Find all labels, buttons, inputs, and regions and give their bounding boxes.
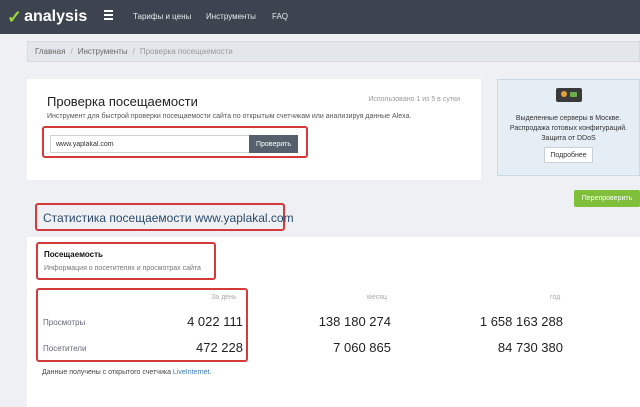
column-header-month: месяц — [367, 294, 388, 301]
checker-card: Проверка посещаемости Использовано 1 из … — [27, 79, 481, 180]
liveinternet-link[interactable]: LiveInternet — [173, 369, 210, 376]
breadcrumb-separator: / — [70, 47, 73, 56]
note-text: Данные получены с открытого счетчика — [42, 369, 171, 376]
ad-text: Выделенные серверы в Москве. Распродажа … — [509, 115, 628, 142]
page-title: Проверка посещаемости — [47, 94, 198, 109]
domain-input[interactable] — [50, 135, 250, 153]
visitors-month-value: 7 060 865 — [333, 340, 391, 355]
row-label-visitors: Посетители — [43, 344, 87, 353]
nav-tariffs[interactable]: Тарифы и цены — [133, 12, 191, 21]
column-header-day: За день — [211, 294, 237, 301]
check-icon: ✓ — [7, 7, 23, 27]
nav-faq[interactable]: FAQ — [272, 12, 288, 21]
note-suffix: . — [209, 369, 212, 376]
check-button[interactable]: Проверить — [249, 135, 298, 153]
section-description: Информация о посетителях и просмотрах са… — [44, 265, 201, 272]
views-month-value: 138 180 274 — [318, 314, 391, 329]
visitors-year-value: 84 730 380 — [497, 340, 563, 355]
logo[interactable]: ✓ analysis — [7, 7, 87, 27]
server-promo-icon — [556, 88, 582, 102]
breadcrumb-current: Проверка посещаемости — [139, 47, 233, 56]
recheck-button[interactable]: Перепроверить — [574, 190, 640, 207]
data-source-note: Данные получены с открытого счетчика Liv… — [42, 369, 211, 376]
logo-text: analysis — [24, 8, 88, 25]
usage-counter: Использовано 1 из 5 в сутки — [368, 96, 460, 103]
nav-tools[interactable]: Инструменты — [206, 12, 256, 21]
ad-banner: Выделенные серверы в Москве. Распродажа … — [497, 79, 640, 176]
ad-details-button[interactable]: Подробнее — [544, 147, 593, 163]
views-year-value: 1 658 163 288 — [479, 314, 563, 329]
column-header-year: год — [550, 294, 561, 301]
top-navbar: ✓ analysis Тарифы и цены Инструменты FAQ — [0, 0, 640, 34]
section-highlight: Посещаемость Информация о посетителях и … — [36, 242, 216, 280]
breadcrumb-separator: / — [132, 47, 135, 56]
menu-icon[interactable] — [104, 10, 113, 22]
search-form-highlight: Проверить — [42, 126, 308, 158]
views-day-value: 4 022 111 — [187, 314, 243, 329]
breadcrumb-home[interactable]: Главная — [35, 47, 65, 56]
section-title: Посещаемость — [44, 250, 103, 259]
breadcrumb: Главная / Инструменты / Проверка посещаемост… — [27, 41, 640, 62]
visitors-day-value: 472 228 — [196, 340, 243, 355]
stats-title: Статистика посещаемости www.yaplakal.com — [43, 211, 294, 225]
breadcrumb-tools[interactable]: Инструменты — [78, 47, 128, 56]
stats-title-highlight: Статистика посещаемости www.yaplakal.com — [35, 203, 294, 231]
tool-description: Инструмент для быстрой проверки посещаем… — [47, 113, 412, 120]
row-label-views: Просмотры — [43, 318, 86, 327]
